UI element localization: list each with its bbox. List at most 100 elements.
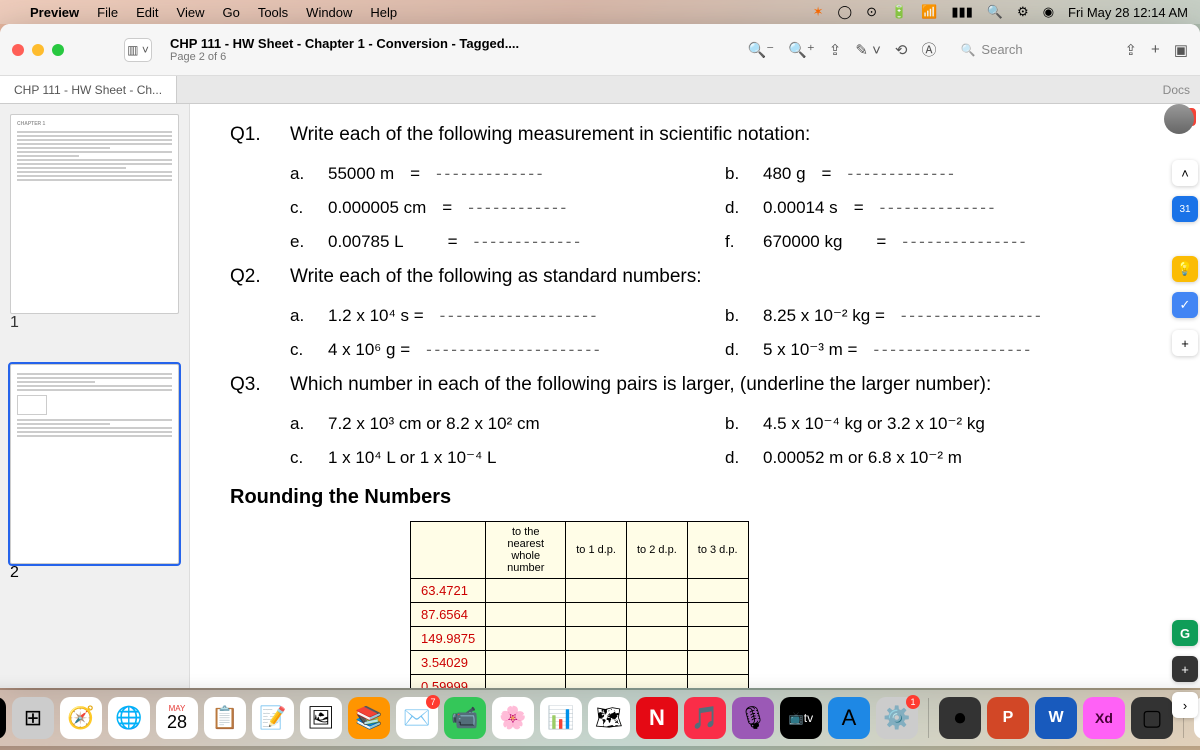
page-viewport[interactable]: Q1. Write each of the following measurem…: [190, 104, 1200, 688]
q1e-expr: 0.00785 L: [328, 232, 404, 252]
menubar: Preview File Edit View Go Tools Window H…: [0, 0, 1200, 24]
fullscreen-button[interactable]: [52, 44, 64, 56]
calendar-widget-icon[interactable]: 31: [1172, 196, 1198, 222]
battery-icon[interactable]: 🔋: [891, 4, 907, 20]
sync-icon[interactable]: ◯: [838, 4, 853, 20]
page-thumbnail-2[interactable]: [10, 364, 179, 564]
keep-icon[interactable]: 💡: [1172, 256, 1198, 282]
page-number-2: 2: [10, 564, 179, 582]
plus-icon[interactable]: +: [1172, 330, 1198, 356]
q1d-expr: 0.00014 s: [763, 198, 838, 218]
menu-go[interactable]: Go: [222, 5, 239, 20]
rt-h0: [411, 522, 486, 579]
page-number-1: 1: [10, 314, 179, 332]
q1d-letter: d.: [725, 198, 747, 218]
xtra-icon[interactable]: ✶: [813, 4, 824, 20]
dock-terminal[interactable]: ▢: [1131, 697, 1173, 739]
dock-music[interactable]: 🎵: [684, 697, 726, 739]
zoom-in-icon[interactable]: 🔍⁺: [788, 41, 815, 59]
q3c-letter: c.: [290, 448, 312, 468]
share-icon[interactable]: ⇪: [829, 41, 842, 59]
dock-chrome[interactable]: 🌐: [108, 697, 150, 739]
q3c-expr: 1 x 10⁴ L or 1 x 10⁻⁴ L: [328, 448, 497, 468]
chevron-up-icon[interactable]: ˄: [1172, 160, 1198, 186]
dock-preview[interactable]: 🖼: [300, 697, 342, 739]
chevron-right-icon[interactable]: ›: [1172, 692, 1198, 718]
dock-photos[interactable]: 🌸: [492, 697, 534, 739]
q2d-expr: 5 x 10⁻³ m =: [763, 340, 857, 360]
dock-notes[interactable]: 📝: [252, 697, 294, 739]
dock-netflix[interactable]: N: [636, 697, 678, 739]
rotate-icon[interactable]: ⟲: [895, 41, 908, 59]
dock-settings[interactable]: ⚙️1: [876, 697, 918, 739]
siri-icon[interactable]: ◉: [1043, 4, 1054, 20]
dock-safari[interactable]: 🧭: [60, 697, 102, 739]
menu-help[interactable]: Help: [370, 5, 397, 20]
dock-reminders[interactable]: 📋: [204, 697, 246, 739]
q2c-expr: 4 x 10⁶ g =: [328, 340, 410, 360]
export-icon[interactable]: ⇪: [1124, 41, 1137, 59]
highlight-icon[interactable]: Ⓐ: [921, 39, 936, 60]
tab-document[interactable]: CHP 111 - HW Sheet - Ch...: [0, 76, 177, 103]
app-menu[interactable]: Preview: [30, 5, 79, 20]
clock[interactable]: Fri May 28 12:14 AM: [1068, 5, 1188, 20]
rt-h1: to the nearest whole number: [486, 522, 566, 579]
markup-icon[interactable]: ✎ ˅: [855, 41, 881, 59]
rt-r4: 0.59999: [411, 675, 486, 689]
dock-calendar[interactable]: MAY28: [156, 697, 198, 739]
rounding-heading: Rounding the Numbers: [230, 486, 1160, 509]
dock-podcasts[interactable]: 🎙: [732, 697, 774, 739]
dock-mail[interactable]: ✉️7: [396, 697, 438, 739]
control-center-icon[interactable]: ⚙: [1017, 4, 1029, 20]
dock-xd[interactable]: Xd: [1083, 697, 1125, 739]
add-icon[interactable]: +: [1172, 656, 1198, 682]
search-icon[interactable]: 🔍: [987, 4, 1003, 20]
thumbnail-sidebar[interactable]: CHAPTER 1 1 2: [0, 104, 190, 688]
q2a-expr: 1.2 x 10⁴ s =: [328, 306, 424, 326]
profile-avatar[interactable]: [1164, 104, 1194, 134]
q1f-letter: f.: [725, 232, 747, 252]
q1e-letter: e.: [290, 232, 312, 252]
dock-facetime[interactable]: 📹: [444, 697, 486, 739]
battery2-icon[interactable]: ▮▮▮: [951, 4, 972, 20]
q1b-expr: 480 g: [763, 164, 806, 184]
menubar-status: ✶ ◯ ⊙ 🔋 📶 ▮▮▮ 🔍 ⚙ ◉ Fri May 28 12:14 AM: [813, 4, 1188, 20]
sidebar-toggle-button[interactable]: ▥ ˅: [124, 38, 152, 62]
zoom-out-icon[interactable]: 🔍⁻: [748, 41, 775, 59]
close-button[interactable]: [12, 44, 24, 56]
dock-powerpoint[interactable]: P: [987, 697, 1029, 739]
dock-maps[interactable]: 🗺: [588, 697, 630, 739]
page-thumbnail-1[interactable]: CHAPTER 1: [10, 114, 179, 314]
search-field[interactable]: Search: [950, 39, 1110, 60]
dock-stats[interactable]: 📊: [540, 697, 582, 739]
dock-appstore[interactable]: A: [828, 697, 870, 739]
new-tab-icon[interactable]: +: [1151, 41, 1160, 58]
rt-r3: 3.54029: [411, 651, 486, 675]
record-icon[interactable]: ⊙: [866, 4, 877, 20]
dock-obs[interactable]: ⏺: [939, 697, 981, 739]
dock-books[interactable]: 📚: [348, 697, 390, 739]
menu-tools[interactable]: Tools: [258, 5, 288, 20]
dock-launchpad2[interactable]: ⊞: [12, 697, 54, 739]
minimize-button[interactable]: [32, 44, 44, 56]
q3b-letter: b.: [725, 414, 747, 434]
dock-tv[interactable]: 📺tv: [780, 697, 822, 739]
wifi-icon[interactable]: 📶: [921, 4, 937, 20]
menu-edit[interactable]: Edit: [136, 5, 158, 20]
tab-docs[interactable]: Docs: [1153, 83, 1200, 97]
q3-number: Q3.: [230, 374, 290, 396]
menu-file[interactable]: File: [97, 5, 118, 20]
dock-word[interactable]: W: [1035, 697, 1077, 739]
rounding-table: to the nearest whole number to 1 d.p. to…: [410, 521, 749, 688]
tasks-icon[interactable]: ✓: [1172, 292, 1198, 318]
dock-siri[interactable]: 🌈: [0, 697, 6, 739]
tabs-icon[interactable]: ▣: [1174, 41, 1188, 59]
menu-view[interactable]: View: [177, 5, 205, 20]
q2-text: Write each of the following as standard …: [290, 266, 1160, 288]
grammarly-icon[interactable]: G: [1172, 620, 1198, 646]
dock: 🙂 ▦ 🌈 ⊞ 🧭 🌐 MAY28 📋 📝 🖼 📚 ✉️7 📹 🌸 📊 🗺 N …: [0, 690, 1200, 746]
q2a-letter: a.: [290, 306, 312, 326]
rt-h2: to 1 d.p.: [566, 522, 627, 579]
menu-window[interactable]: Window: [306, 5, 352, 20]
q2-number: Q2.: [230, 266, 290, 288]
